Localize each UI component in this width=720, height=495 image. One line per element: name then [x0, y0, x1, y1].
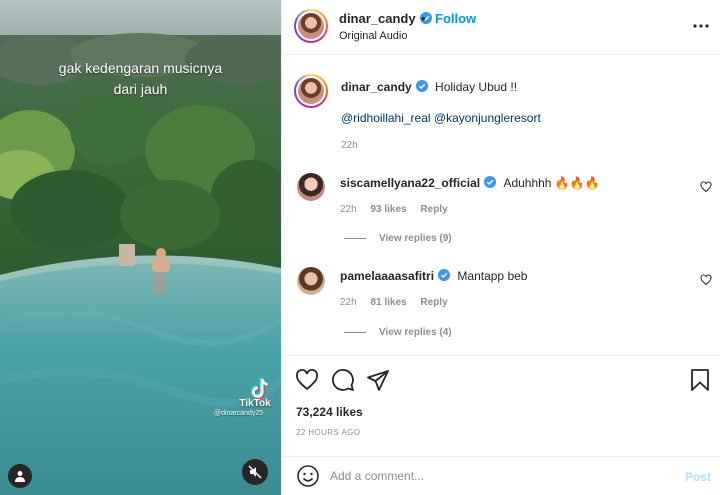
reply-button[interactable]: Reply — [420, 297, 447, 308]
post-author-username[interactable]: dinar_candy — [339, 11, 416, 26]
comment-likes[interactable]: 81 likes — [370, 297, 406, 308]
heart-icon[interactable] — [700, 181, 712, 193]
verified-badge-icon — [484, 176, 497, 188]
view-replies-button[interactable]: View replies (4) — [344, 327, 452, 338]
comments-list[interactable]: dinar_candy Holiday Ubud !! @ridhoillahi… — [282, 56, 720, 356]
add-comment-bar: Post — [282, 456, 720, 495]
post-header: dinar_candy • Follow Original Audio — [282, 0, 720, 55]
verified-badge-icon — [438, 269, 451, 281]
post-author[interactable]: dinar_candy — [339, 11, 432, 26]
view-replies-label[interactable]: View replies (9) — [379, 233, 452, 244]
comment-likes[interactable]: 93 likes — [370, 204, 406, 215]
post-actions: 73,224 likes 22 HOURS AGO — [282, 355, 720, 445]
view-replies-label[interactable]: View replies (4) — [379, 327, 452, 338]
heart-icon[interactable] — [295, 368, 319, 392]
caption-text: Holiday Ubud !! — [435, 80, 518, 94]
likes-count[interactable]: 73,224 likes — [296, 405, 363, 419]
post-detail-panel: dinar_candy • Follow Original Audio dina… — [281, 0, 720, 495]
comment-text: Aduhhhh 🔥🔥🔥 — [503, 176, 600, 190]
user-icon — [15, 471, 25, 482]
comment-meta: 22h 93 likes Reply — [340, 204, 459, 215]
comment-icon[interactable] — [331, 368, 355, 392]
comment-username[interactable]: pamelaaaasafitri — [340, 269, 434, 283]
separator-dot: • — [421, 11, 426, 26]
post-timestamp[interactable]: 22 HOURS AGO — [296, 428, 360, 437]
verified-badge-icon — [415, 80, 428, 92]
comment-meta: 22h 81 likes Reply — [340, 297, 459, 308]
comment: pamelaaaasafitri Mantapp beb — [340, 269, 527, 283]
speaker-muted-icon — [248, 465, 262, 479]
comment-text: Mantapp beb — [457, 269, 528, 283]
view-replies-button[interactable]: View replies (9) — [344, 233, 452, 244]
tagged-users-button[interactable] — [8, 464, 32, 488]
avatar[interactable] — [294, 74, 328, 108]
caption-username[interactable]: dinar_candy — [341, 80, 412, 94]
mute-toggle-button[interactable] — [242, 459, 268, 485]
reply-button[interactable]: Reply — [420, 204, 447, 215]
divider — [344, 332, 366, 333]
post-comment-button[interactable]: Post — [685, 470, 711, 484]
post-caption: dinar_candy Holiday Ubud !! — [341, 80, 517, 94]
follow-button[interactable]: Follow — [435, 11, 476, 26]
divider — [344, 238, 366, 239]
audio-label[interactable]: Original Audio — [339, 30, 408, 42]
comment-time[interactable]: 22h — [340, 297, 357, 308]
video-overlay-text: dari jauh — [113, 81, 168, 97]
comment-time[interactable]: 22h — [340, 204, 357, 215]
bookmark-icon[interactable] — [688, 368, 712, 392]
video-overlay-text: gak kedengaran musicnya — [58, 60, 223, 76]
heart-icon[interactable] — [700, 274, 712, 286]
share-icon[interactable] — [366, 368, 390, 392]
avatar[interactable] — [297, 173, 325, 201]
tiktok-watermark-handle: @dinarcandy25 — [214, 410, 264, 417]
caption-timestamp[interactable]: 22h — [341, 140, 358, 151]
comment: siscamellyana22_official Aduhhhh 🔥🔥🔥 — [340, 176, 600, 190]
avatar[interactable] — [294, 9, 328, 43]
comment-input[interactable] — [330, 465, 670, 487]
comment-username[interactable]: siscamellyana22_official — [340, 176, 480, 190]
avatar[interactable] — [297, 267, 325, 295]
tiktok-watermark-label: TikTok — [239, 398, 271, 409]
emoji-icon[interactable] — [296, 464, 320, 488]
caption-tags[interactable]: @ridhoillahi_real @kayonjungleresort — [341, 111, 541, 125]
post-media[interactable]: gak kedengaran musicnya dari jauh TikTok… — [0, 0, 281, 495]
more-horizontal-icon[interactable] — [692, 17, 710, 35]
